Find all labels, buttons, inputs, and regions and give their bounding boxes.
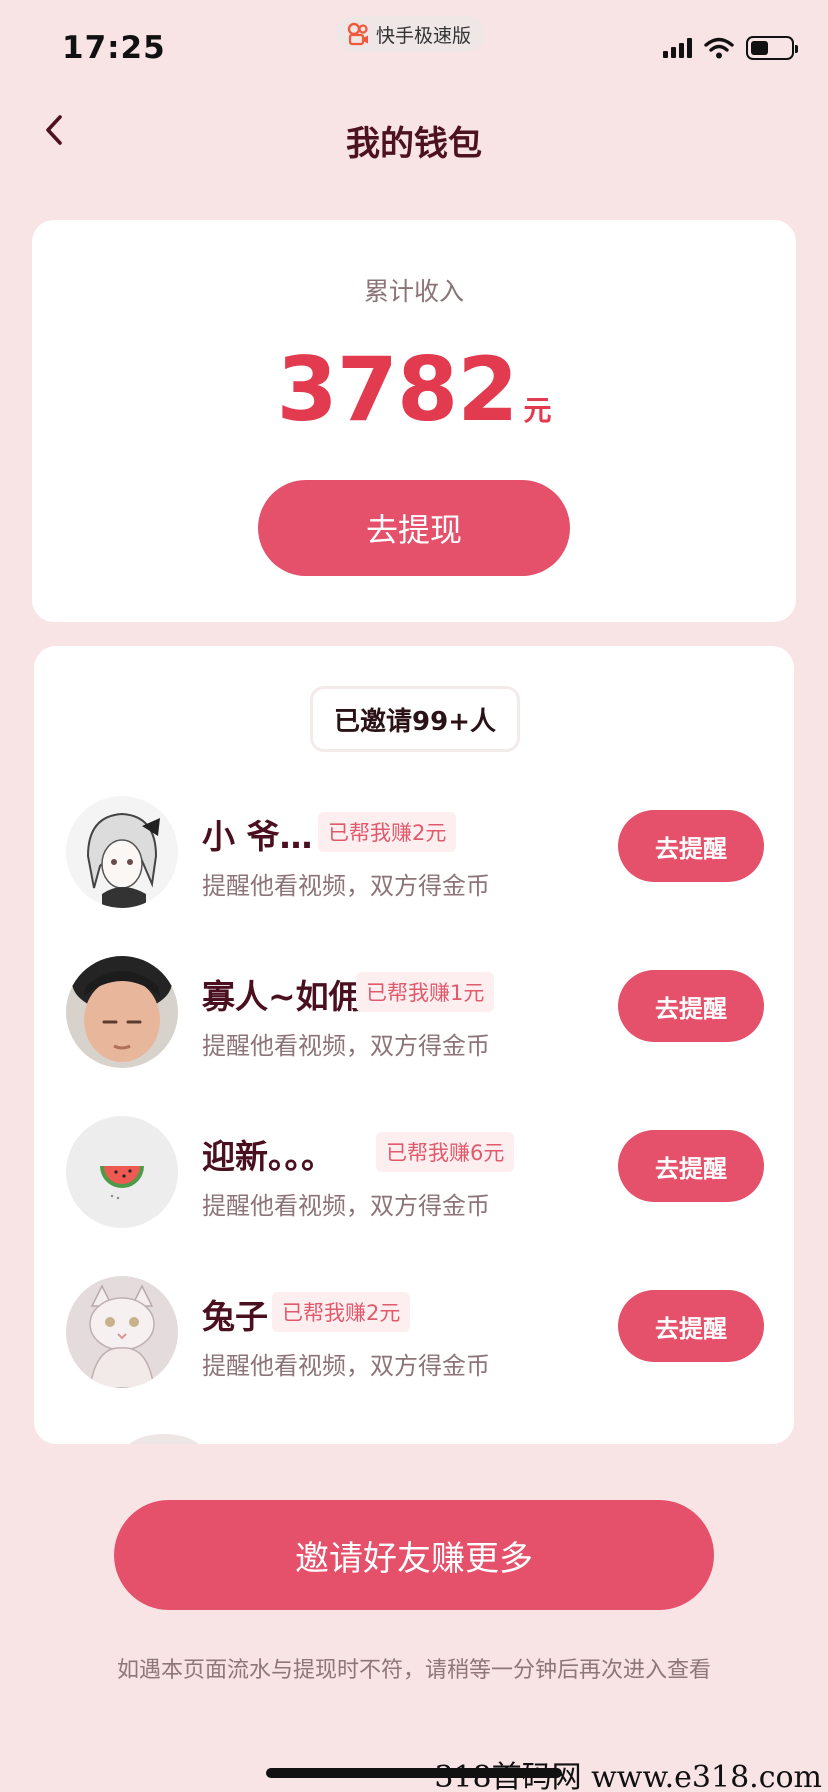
- signal-icon: [663, 38, 692, 58]
- friend-name: 寡人~如佣: [202, 977, 362, 1016]
- friend-name: 小 爷…: [202, 817, 313, 856]
- app-indicator-pill[interactable]: 快手极速版: [336, 16, 486, 52]
- avatar[interactable]: [66, 956, 178, 1068]
- battery-icon: [746, 36, 798, 60]
- avatar[interactable]: [66, 796, 178, 908]
- kuaishou-logo-icon: [347, 22, 368, 46]
- invite-card[interactable]: 已邀请99+人 小 爷… 已帮我赚2元 提醒他看视频，双方得金币 去提醒 寡人~…: [34, 646, 794, 1444]
- remind-button[interactable]: 去提醒: [618, 1290, 764, 1362]
- income-amount-row: 3782 元: [32, 338, 796, 441]
- remind-button[interactable]: 去提醒: [618, 1130, 764, 1202]
- watermark: 318首码网 www.e318.com: [434, 1760, 822, 1792]
- withdraw-button[interactable]: 去提现: [258, 480, 570, 576]
- avatar[interactable]: [66, 1116, 178, 1228]
- wifi-icon: [704, 37, 734, 59]
- friend-row: 寡人~如佣 已帮我赚1元 提醒他看视频，双方得金币 去提醒: [34, 946, 794, 1068]
- invite-more-button[interactable]: 邀请好友赚更多: [114, 1500, 714, 1610]
- friend-name: 迎新。。。: [202, 1137, 334, 1176]
- app-name: 快手极速版: [376, 24, 472, 47]
- status-bar: 17:25 快手极速版: [0, 0, 828, 100]
- status-time: 17:25: [62, 30, 166, 66]
- income-amount: 3782: [276, 338, 519, 441]
- friend-name: 兔子: [202, 1297, 268, 1336]
- income-card: 累计收入 3782 元 去提现: [32, 220, 796, 622]
- page-title: 我的钱包: [346, 124, 482, 164]
- earned-badge: 已帮我赚2元: [272, 1292, 411, 1332]
- footer-note: 如遇本页面流水与提现时不符，请稍等一分钟后再次进入查看: [116, 1658, 711, 1683]
- friend-row: 兔子 已帮我赚2元 提醒他看视频，双方得金币 去提醒: [34, 1266, 794, 1388]
- friend-desc: 提醒他看视频，双方得金币: [202, 872, 490, 900]
- wallet-screen: 17:25 快手极速版 我的钱包 累计收入 3782 元 去提现 已邀请99+人…: [0, 0, 828, 1792]
- friend-desc: 提醒他看视频，双方得金币: [202, 1192, 490, 1220]
- invited-count-badge: 已邀请99+人: [310, 686, 520, 752]
- status-icons: [663, 36, 798, 60]
- earned-badge: 已帮我赚2元: [318, 812, 457, 852]
- remind-button[interactable]: 去提醒: [618, 810, 764, 882]
- avatar[interactable]: [66, 1276, 178, 1388]
- friend-row: 迎新。。。 已帮我赚6元 提醒他看视频，双方得金币 去提醒: [34, 1106, 794, 1228]
- income-label: 累计收入: [363, 277, 464, 306]
- earned-badge: 已帮我赚1元: [356, 972, 495, 1012]
- remind-button[interactable]: 去提醒: [618, 970, 764, 1042]
- earned-badge: 已帮我赚6元: [376, 1132, 515, 1172]
- avatar: [124, 1434, 204, 1444]
- friend-desc: 提醒他看视频，双方得金币: [202, 1032, 490, 1060]
- income-unit: 元: [523, 394, 552, 427]
- friend-desc: 提醒他看视频，双方得金币: [202, 1352, 490, 1380]
- friend-row: 小 爷… 已帮我赚2元 提醒他看视频，双方得金币 去提醒: [34, 786, 794, 908]
